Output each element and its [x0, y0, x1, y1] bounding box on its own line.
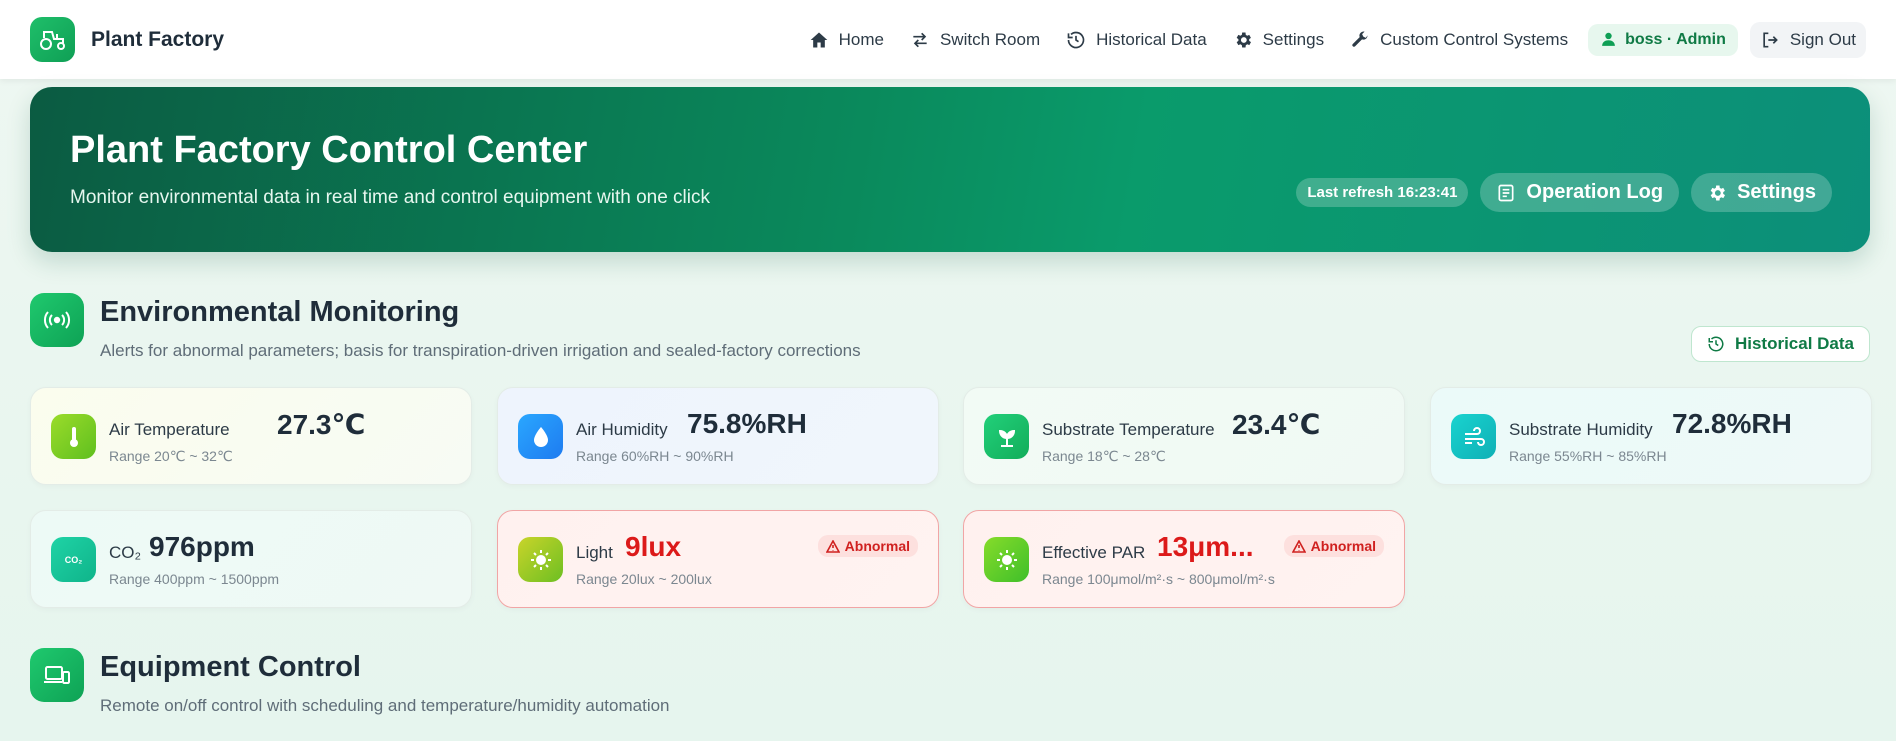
metric-range: Range 55%RH ~ 85%RH [1509, 448, 1667, 464]
hero-settings-button[interactable]: Settings [1691, 173, 1832, 212]
warning-icon [825, 539, 840, 553]
hero-settings-label: Settings [1737, 181, 1816, 203]
abnormal-badge-label: Abnormal [844, 538, 910, 554]
co2-icon: CO₂ [51, 537, 96, 582]
nav-settings[interactable]: Settings [1223, 22, 1334, 58]
sun-icon [984, 537, 1029, 582]
metric-label: CO₂ [109, 543, 142, 562]
metric-value: 976ppm [149, 531, 255, 562]
nav-custom-control-systems-label: Custom Control Systems [1380, 29, 1569, 49]
hero-banner: Plant Factory Control Center Monitor env… [30, 87, 1870, 252]
history-icon [1067, 31, 1085, 48]
metric-label: Substrate Humidity [1509, 420, 1653, 439]
devices-icon [30, 648, 84, 702]
nav-home-label: Home [838, 29, 884, 49]
droplet-icon [518, 414, 563, 459]
logout-icon [1763, 32, 1778, 47]
metric-range: Range 100μmol/m²·s ~ 800μmol/m²·s [1042, 571, 1275, 587]
equip-section-desc: Remote on/off control with scheduling an… [100, 696, 670, 715]
hero-actions: Last refresh 16:23:41 Operation Log Sett… [1296, 173, 1832, 212]
thermometer-icon [51, 414, 96, 459]
metric-range: Range 20℃ ~ 32℃ [109, 448, 233, 464]
history-icon [1708, 336, 1724, 352]
nav-settings-label: Settings [1262, 29, 1325, 49]
gear-icon [1710, 185, 1726, 200]
metric-label: Effective PAR [1042, 543, 1146, 562]
gear-icon [1236, 32, 1251, 47]
top-navigation-bar: Plant Factory Home Switch Room Historica… [0, 0, 1896, 79]
wrench-icon [1352, 31, 1368, 47]
broadcast-icon [30, 293, 84, 347]
wind-icon [1451, 414, 1496, 459]
historical-data-button[interactable]: Historical Data [1690, 326, 1870, 362]
metric-range: Range 60%RH ~ 90%RH [576, 448, 734, 464]
sprout-icon [984, 414, 1029, 459]
metric-card-co2[interactable]: CO₂ CO₂ 976ppm Range 400ppm ~ 1500ppm [30, 510, 472, 608]
tractor-icon [30, 17, 75, 62]
metric-card-effective-par[interactable]: Effective PAR 13μm... Range 100μmol/m²·s… [963, 510, 1405, 608]
metric-value: 27.3℃ [277, 409, 366, 440]
hero-subtitle: Monitor environmental data in real time … [70, 187, 710, 208]
abnormal-badge: Abnormal [1283, 535, 1384, 557]
metric-label: Substrate Temperature [1042, 420, 1215, 439]
user-icon [1602, 32, 1615, 46]
env-section-desc: Alerts for abnormal parameters; basis fo… [100, 341, 861, 360]
metric-range: Range 18℃ ~ 28℃ [1042, 448, 1166, 464]
log-icon [1498, 184, 1514, 201]
historical-data-button-label: Historical Data [1734, 334, 1854, 353]
user-badge-label: boss · Admin [1625, 30, 1726, 48]
metric-value: 23.4℃ [1232, 409, 1321, 440]
metric-card-substrate-humidity[interactable]: Substrate Humidity 72.8%RH Range 55%RH ~… [1430, 387, 1872, 485]
nav-switch-room[interactable]: Switch Room [900, 22, 1050, 58]
metric-range: Range 400ppm ~ 1500ppm [109, 571, 280, 587]
brand[interactable]: Plant Factory [30, 17, 224, 62]
metric-card-air-temperature[interactable]: Air Temperature 27.3℃ Range 20℃ ~ 32℃ [30, 387, 472, 485]
warning-icon [1291, 539, 1306, 553]
sign-out-label: Sign Out [1789, 29, 1856, 49]
env-section-title: Environmental Monitoring [100, 296, 460, 328]
nav-custom-control-systems[interactable]: Custom Control Systems [1340, 22, 1578, 58]
abnormal-badge: Abnormal [817, 535, 918, 557]
metric-label: Air Temperature [109, 420, 230, 439]
home-icon [810, 32, 827, 47]
metric-card-air-humidity[interactable]: Air Humidity 75.8%RH Range 60%RH ~ 90%RH [497, 387, 939, 485]
hero-title: Plant Factory Control Center [70, 129, 588, 171]
sun-icon [518, 537, 563, 582]
equip-section-title: Equipment Control [100, 651, 361, 683]
metric-card-light[interactable]: Light 9lux Range 20lux ~ 200lux Abnormal [497, 510, 939, 608]
sign-out-button[interactable]: Sign Out [1749, 21, 1866, 58]
main-nav: Home Switch Room Historical Data Setting… [799, 21, 1866, 58]
nav-home[interactable]: Home [799, 22, 894, 58]
nav-switch-room-label: Switch Room [939, 29, 1041, 49]
user-badge[interactable]: boss · Admin [1588, 23, 1738, 56]
metric-card-substrate-temperature[interactable]: Substrate Temperature 23.4℃ Range 18℃ ~ … [963, 387, 1405, 485]
metric-value: 72.8%RH [1672, 408, 1792, 439]
brand-title: Plant Factory [91, 27, 225, 51]
operation-log-button[interactable]: Operation Log [1480, 173, 1680, 212]
metric-value: 13μm... [1157, 531, 1254, 562]
swap-icon [913, 32, 927, 47]
nav-historical-data-label: Historical Data [1096, 29, 1207, 49]
metric-range: Range 20lux ~ 200lux [576, 571, 712, 587]
metric-value: 75.8%RH [687, 408, 807, 439]
metric-value: 9lux [625, 531, 682, 562]
metric-label: Light [576, 543, 613, 562]
last-refresh-badge: Last refresh 16:23:41 [1296, 178, 1469, 207]
metric-label: Air Humidity [576, 420, 668, 439]
abnormal-badge-label: Abnormal [1310, 538, 1376, 554]
operation-log-label: Operation Log [1526, 181, 1664, 203]
co2-icon-text: CO₂ [64, 554, 83, 565]
nav-historical-data[interactable]: Historical Data [1056, 22, 1217, 58]
